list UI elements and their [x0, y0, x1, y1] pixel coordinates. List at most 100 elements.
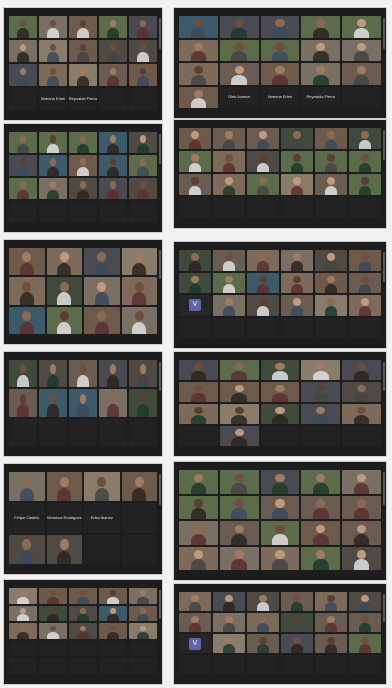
participant-tile[interactable] [281, 317, 313, 338]
participant-tile[interactable] [349, 317, 381, 338]
participant-tile[interactable] [349, 250, 381, 271]
participant-tile[interactable]: Nnenna Edeh [260, 86, 300, 108]
participant-tile[interactable] [315, 634, 347, 653]
participant-tile[interactable] [281, 250, 313, 271]
participant-tile[interactable] [179, 197, 211, 218]
participant-tile[interactable] [121, 534, 157, 564]
participant-tile[interactable] [247, 174, 279, 195]
participant-tile[interactable] [213, 128, 245, 149]
scrollbar[interactable] [383, 18, 385, 49]
participant-tile[interactable] [69, 418, 97, 446]
participant-tile[interactable] [179, 470, 218, 494]
participant-tile[interactable] [247, 592, 279, 611]
participant-tile[interactable] [9, 248, 45, 276]
participant-tile[interactable] [179, 521, 218, 545]
participant-tile[interactable] [301, 546, 341, 570]
participant-tile[interactable] [342, 360, 381, 380]
participant-tile[interactable] [9, 360, 37, 388]
participant-tile[interactable] [99, 658, 127, 674]
participant-tile[interactable] [301, 404, 341, 424]
participant-tile[interactable] [129, 40, 157, 62]
participant-tile[interactable] [46, 534, 82, 564]
participant-tile[interactable] [213, 317, 245, 338]
participant-tile[interactable] [219, 426, 259, 446]
participant-tile[interactable] [129, 201, 157, 222]
participant-tile[interactable] [260, 546, 300, 570]
participant-tile[interactable]: Felipe Castillo [9, 503, 45, 533]
participant-tile[interactable] [39, 588, 67, 604]
participant-tile[interactable] [69, 588, 97, 604]
participant-tile[interactable] [349, 151, 381, 172]
participant-tile[interactable] [219, 495, 259, 519]
participant-tile[interactable] [349, 174, 381, 195]
participant-tile[interactable] [129, 155, 157, 176]
participant-tile[interactable] [129, 640, 157, 657]
participant-tile[interactable] [213, 272, 245, 293]
participant-tile[interactable] [179, 86, 218, 108]
participant-tile[interactable] [46, 472, 82, 502]
participant-tile[interactable] [9, 178, 37, 199]
participant-tile[interactable] [179, 250, 211, 271]
participant-tile[interactable] [99, 418, 127, 446]
participant-tile[interactable] [213, 655, 245, 674]
participant-tile[interactable] [99, 640, 127, 657]
participant-tile[interactable] [301, 521, 341, 545]
participant-tile[interactable] [69, 658, 97, 674]
participant-tile[interactable] [99, 40, 127, 62]
participant-tile[interactable] [9, 658, 37, 674]
participant-tile[interactable] [179, 317, 211, 338]
participant-tile[interactable] [281, 634, 313, 653]
scrollbar[interactable] [159, 134, 161, 165]
participant-tile[interactable] [349, 128, 381, 149]
participant-tile[interactable] [247, 634, 279, 653]
participant-tile[interactable] [213, 634, 245, 653]
participant-tile[interactable] [99, 64, 127, 86]
participant-tile[interactable] [260, 16, 300, 38]
participant-tile[interactable] [260, 521, 300, 545]
participant-tile[interactable] [281, 128, 313, 149]
participant-tile[interactable] [9, 132, 37, 153]
participant-tile[interactable] [129, 132, 157, 153]
participant-tile[interactable]: Erika Ibanez [84, 503, 120, 533]
participant-tile[interactable] [219, 63, 259, 85]
participant-tile[interactable] [179, 655, 211, 674]
participant-tile[interactable] [179, 16, 218, 38]
participant-tile[interactable] [342, 63, 381, 85]
participant-tile[interactable] [179, 426, 218, 446]
participant-tile[interactable] [213, 151, 245, 172]
participant-tile[interactable] [247, 655, 279, 674]
scrollbar[interactable] [383, 362, 385, 392]
participant-tile[interactable] [281, 174, 313, 195]
participant-tile[interactable] [315, 655, 347, 674]
participant-tile[interactable] [69, 155, 97, 176]
participant-tile[interactable] [179, 382, 218, 402]
participant-tile[interactable] [99, 360, 127, 388]
participant-tile[interactable] [281, 295, 313, 316]
scrollbar[interactable] [383, 472, 385, 506]
participant-tile[interactable] [121, 503, 157, 533]
participant-tile[interactable] [179, 128, 211, 149]
participant-tile[interactable] [219, 521, 259, 545]
participant-tile[interactable] [342, 426, 381, 446]
participant-tile[interactable] [69, 389, 97, 417]
participant-tile[interactable] [9, 64, 37, 86]
participant-tile[interactable] [260, 495, 300, 519]
participant-tile[interactable] [342, 16, 381, 38]
participant-tile[interactable] [179, 592, 211, 611]
participant-tile[interactable] [281, 197, 313, 218]
participant-tile[interactable] [315, 613, 347, 632]
participant-tile[interactable] [260, 63, 300, 85]
participant-tile[interactable] [129, 588, 157, 604]
participant-tile[interactable] [39, 389, 67, 417]
participant-tile[interactable] [179, 39, 218, 61]
participant-tile[interactable] [179, 546, 218, 570]
participant-tile[interactable] [129, 16, 157, 38]
participant-tile[interactable] [179, 495, 218, 519]
participant-tile[interactable] [39, 605, 67, 622]
participant-tile[interactable] [219, 360, 259, 380]
participant-tile[interactable] [39, 640, 67, 657]
participant-tile[interactable] [179, 360, 218, 380]
scrollbar[interactable] [159, 362, 161, 392]
participant-tile[interactable] [247, 151, 279, 172]
participant-tile[interactable] [315, 128, 347, 149]
